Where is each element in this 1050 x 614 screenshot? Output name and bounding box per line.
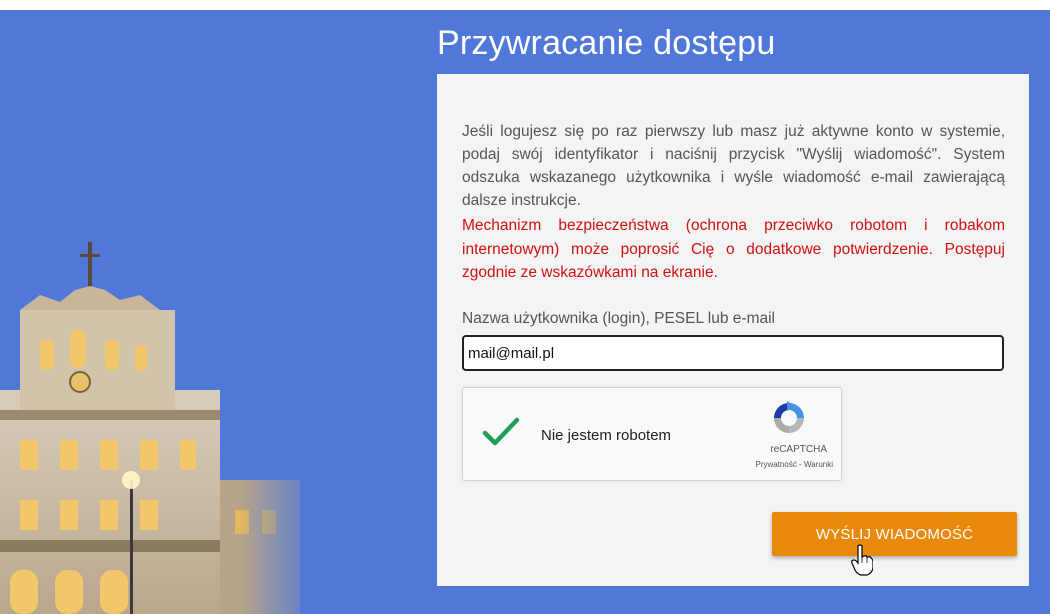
login-field-label: Nazwa użytkownika (login), PESEL lub e-m…	[462, 310, 775, 327]
town-hall-illustration	[0, 10, 320, 614]
page-title: Przywracanie dostępu	[437, 24, 776, 62]
recaptcha-link-separator: -	[796, 460, 804, 469]
page-background: Przywracanie dostępu Jeśli logujesz się …	[0, 10, 1050, 614]
intro-text: Jeśli logujesz się po raz pierwszy lub m…	[462, 123, 1005, 209]
recaptcha-label: Nie jestem robotem	[541, 427, 672, 444]
recaptcha-widget: Nie jestem robotem reCAPTCHA Prywatność …	[462, 387, 842, 481]
recaptcha-checkmark-icon[interactable]	[481, 416, 521, 448]
recaptcha-privacy-link[interactable]: Prywatność	[755, 460, 796, 469]
security-warning-text: Mechanizm bezpieczeństwa (ochrona przeci…	[462, 217, 1005, 281]
recaptcha-links: Prywatność - Warunki	[755, 460, 833, 469]
recovery-form-panel: Jeśli logujesz się po raz pierwszy lub m…	[437, 74, 1029, 586]
send-message-button[interactable]: WYŚLIJ WIADOMOŚĆ	[772, 512, 1017, 556]
recaptcha-terms-link[interactable]: Warunki	[804, 460, 833, 469]
hand-cursor-icon	[851, 544, 873, 576]
recaptcha-logo-icon	[774, 401, 804, 433]
login-input[interactable]	[462, 335, 1004, 371]
recaptcha-brand: reCAPTCHA	[770, 444, 827, 455]
